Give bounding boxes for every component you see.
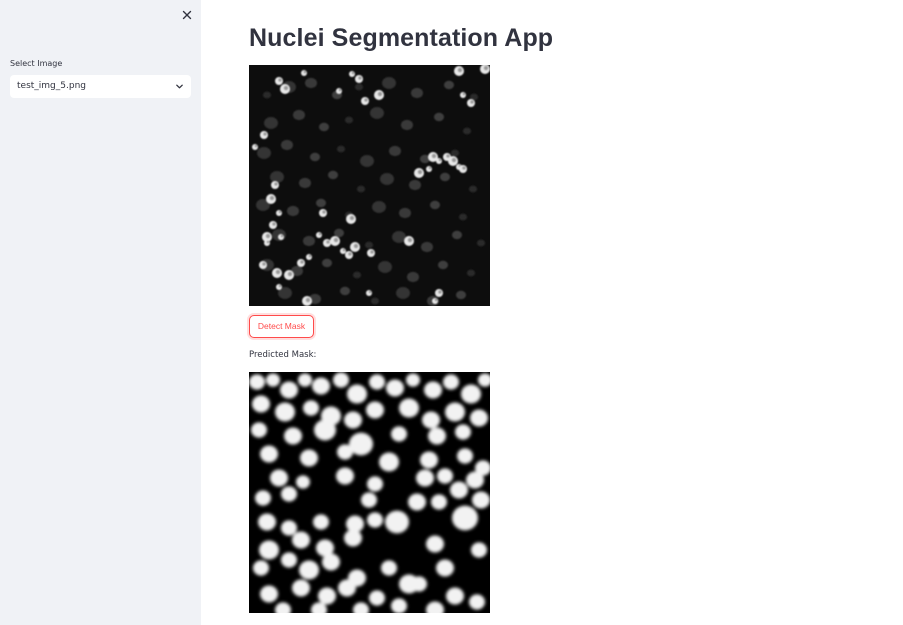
predicted-mask-image <box>249 372 490 613</box>
page-title: Nuclei Segmentation App <box>249 24 554 52</box>
select-image-value: test_img_5.png <box>17 81 86 91</box>
select-image-label: Select Image <box>10 59 63 68</box>
sidebar-close-button[interactable] <box>179 7 195 23</box>
close-icon <box>182 10 192 20</box>
app-window: Select Image test_img_5.png Nuclei Segme… <box>0 0 903 625</box>
select-image-dropdown[interactable]: test_img_5.png <box>10 75 191 98</box>
chevron-down-icon <box>176 84 183 89</box>
predicted-mask-label: Predicted Mask: <box>249 350 317 360</box>
input-image <box>249 65 490 306</box>
main-content: Nuclei Segmentation App Detect Mask Pred… <box>201 0 903 625</box>
detect-mask-button[interactable]: Detect Mask <box>249 315 314 338</box>
sidebar: Select Image test_img_5.png <box>0 0 201 625</box>
